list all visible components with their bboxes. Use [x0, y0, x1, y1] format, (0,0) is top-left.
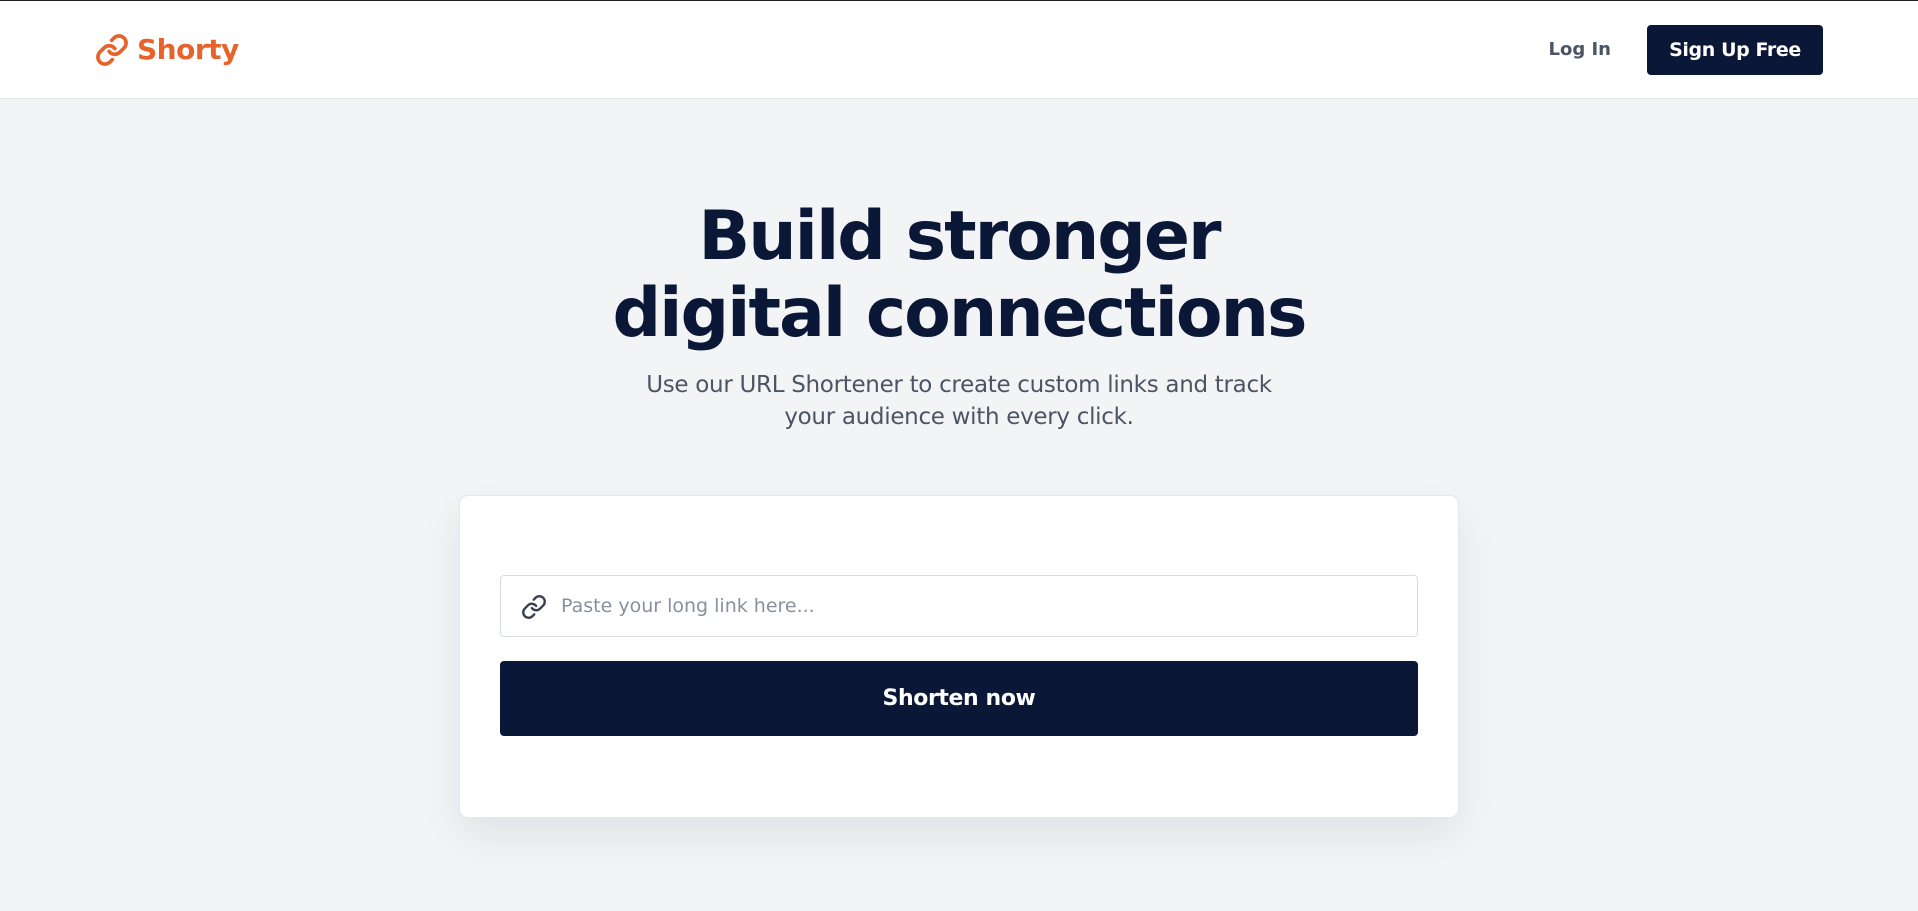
url-field [500, 575, 1418, 637]
nav-actions: Log In Sign Up Free [1549, 24, 1823, 75]
brand-logo[interactable]: Shorty [95, 33, 239, 67]
link-icon [520, 594, 548, 620]
main-content: Build stronger digital connections Use o… [0, 99, 1918, 818]
link-icon [95, 33, 129, 67]
hero-title: Build stronger digital connections [612, 197, 1307, 353]
login-link[interactable]: Log In [1549, 39, 1612, 60]
shortener-card: Shorten now [459, 495, 1459, 818]
hero-section: Build stronger digital connections Use o… [0, 99, 1918, 433]
sign-up-button[interactable]: Sign Up Free [1647, 24, 1823, 75]
long-url-input[interactable] [501, 576, 1417, 636]
hero-subtitle: Use our URL Shortener to create custom l… [646, 372, 1272, 430]
shorten-now-button[interactable]: Shorten now [500, 661, 1418, 736]
top-navbar: Shorty Log In Sign Up Free [0, 1, 1918, 99]
brand-name: Shorty [137, 33, 239, 66]
